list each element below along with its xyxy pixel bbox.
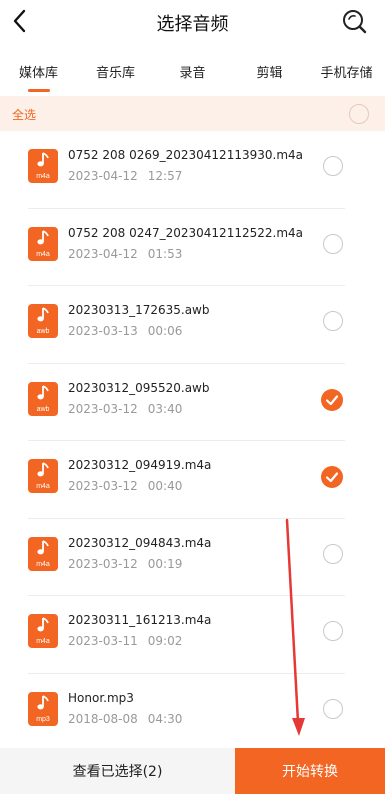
list-item[interactable]: m4a 20230312_094919.m4a 2023-03-12 00:40 bbox=[0, 441, 385, 519]
list-item[interactable]: awb 20230313_172635.awb 2023-03-13 00:06 bbox=[0, 286, 385, 364]
file-meta: 2023-03-11 09:02 bbox=[68, 634, 183, 648]
file-meta: 2023-03-12 03:40 bbox=[68, 401, 183, 416]
file-name: 0752 208 0269_20230412113930.m4a bbox=[68, 148, 303, 162]
file-checkbox[interactable] bbox=[323, 621, 343, 641]
tab-phone-storage[interactable]: 手机存储 bbox=[308, 62, 385, 94]
tab-media-library[interactable]: 媒体库 bbox=[0, 62, 77, 94]
audio-file-icon: m4a bbox=[28, 149, 58, 183]
file-name: 20230313_172635.awb bbox=[68, 303, 210, 317]
file-meta: 2023-04-12 01:53 bbox=[68, 246, 183, 261]
file-name: Honor.mp3 bbox=[68, 690, 134, 705]
file-checkbox-checked[interactable] bbox=[321, 466, 343, 488]
source-tabs: 媒体库 音乐库 录音 剪辑 手机存储 bbox=[0, 62, 385, 94]
list-item[interactable]: m4a 0752 208 0247_20230412112522.m4a 202… bbox=[0, 209, 385, 287]
checkmark-icon bbox=[325, 394, 339, 405]
audio-file-list: m4a 0752 208 0269_20230412113930.m4a 202… bbox=[0, 131, 385, 751]
checkmark-icon bbox=[325, 472, 339, 483]
list-item[interactable]: m4a 20230311_161213.m4a 2023-03-11 09:02 bbox=[0, 596, 385, 674]
audio-file-icon: awb bbox=[28, 304, 58, 338]
file-meta: 2023-03-12 00:40 bbox=[68, 479, 183, 493]
file-name: 20230312_094843.m4a bbox=[68, 535, 212, 550]
audio-file-icon: mp3 bbox=[28, 691, 58, 726]
list-item[interactable]: mp3 Honor.mp3 2018-08-08 04:30 bbox=[0, 674, 385, 752]
start-convert-button[interactable]: 开始转换 bbox=[235, 748, 385, 794]
search-icon[interactable] bbox=[341, 8, 367, 34]
audio-file-icon: m4a bbox=[28, 614, 58, 648]
select-all-label: 全选 bbox=[12, 108, 37, 122]
file-meta: 2023-03-13 00:06 bbox=[68, 324, 183, 338]
tab-music-library[interactable]: 音乐库 bbox=[77, 62, 154, 94]
audio-file-icon: m4a bbox=[28, 459, 58, 493]
file-checkbox[interactable] bbox=[323, 698, 343, 719]
audio-file-icon: awb bbox=[28, 381, 58, 416]
tab-clips[interactable]: 剪辑 bbox=[231, 62, 308, 94]
file-meta: 2023-03-12 00:19 bbox=[68, 556, 183, 571]
file-checkbox[interactable] bbox=[323, 311, 343, 331]
file-checkbox[interactable] bbox=[323, 233, 343, 254]
file-name: 20230312_094919.m4a bbox=[68, 458, 212, 472]
file-checkbox-checked[interactable] bbox=[321, 388, 343, 411]
file-name: 20230312_095520.awb bbox=[68, 380, 210, 395]
bottom-action-bar: 查看已选择(2) 开始转换 bbox=[0, 748, 385, 794]
file-meta: 2018-08-08 04:30 bbox=[68, 711, 183, 726]
list-item[interactable]: m4a 0752 208 0269_20230412113930.m4a 202… bbox=[0, 131, 385, 209]
file-checkbox[interactable] bbox=[323, 543, 343, 564]
list-item[interactable]: awb 20230312_095520.awb 2023-03-12 03:40 bbox=[0, 364, 385, 442]
file-meta: 2023-04-12 12:57 bbox=[68, 169, 183, 183]
file-name: 20230311_161213.m4a bbox=[68, 613, 212, 627]
select-all-checkbox[interactable] bbox=[349, 104, 369, 124]
tab-recordings[interactable]: 录音 bbox=[154, 62, 231, 94]
audio-file-icon: m4a bbox=[28, 226, 58, 261]
audio-file-icon: m4a bbox=[28, 536, 58, 571]
list-item[interactable]: m4a 20230312_094843.m4a 2023-03-12 00:19 bbox=[0, 519, 385, 597]
file-name: 0752 208 0247_20230412112522.m4a bbox=[68, 225, 303, 240]
header: 选择音频 bbox=[0, 0, 385, 44]
view-selected-button[interactable]: 查看已选择(2) bbox=[0, 748, 235, 794]
page-title: 选择音频 bbox=[156, 14, 229, 35]
select-all-bar[interactable]: 全选 bbox=[0, 96, 385, 131]
file-checkbox[interactable] bbox=[323, 156, 343, 176]
